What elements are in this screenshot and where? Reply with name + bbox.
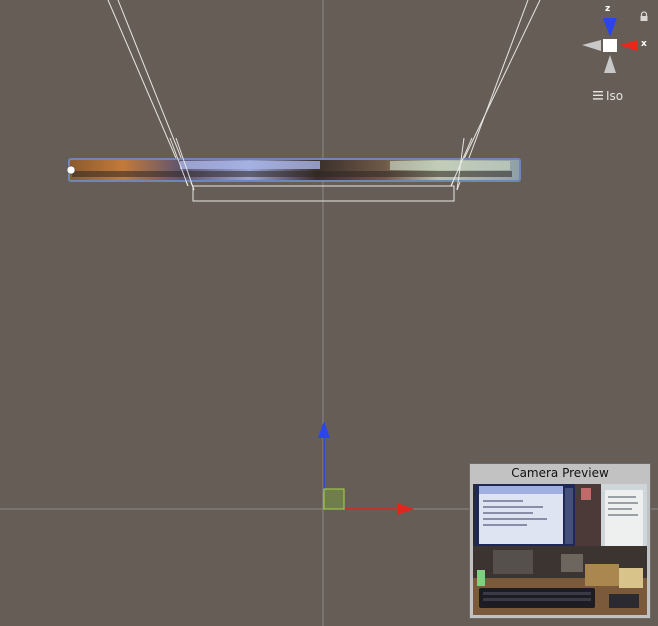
camera-preview-panel[interactable]: Camera Preview <box>469 463 651 619</box>
projection-toggle[interactable]: Iso <box>593 88 623 104</box>
camera-preview-title: Camera Preview <box>511 466 609 480</box>
orientation-gizmo[interactable] <box>582 18 638 73</box>
hamburger-menu-icon <box>593 89 603 103</box>
gizmo-x-label[interactable]: x <box>641 39 647 49</box>
gizmo-neg-z-cone[interactable] <box>604 55 616 73</box>
camera-preview-image <box>473 484 647 615</box>
transform-gizmo[interactable] <box>318 421 414 515</box>
right-arrow[interactable] <box>397 503 414 515</box>
projection-label: Iso <box>606 89 624 103</box>
gizmo-z-cone[interactable] <box>603 18 617 37</box>
gizmo-center-cube[interactable] <box>603 39 617 52</box>
gizmo-neg-x-cone[interactable] <box>582 40 601 51</box>
gizmo-z-label[interactable]: z <box>605 4 610 14</box>
pivot-handle[interactable] <box>66 165 76 175</box>
gizmo-x-cone[interactable] <box>619 40 638 51</box>
lock-icon[interactable] <box>639 7 649 26</box>
plane-handle[interactable] <box>323 488 345 510</box>
up-arrow[interactable] <box>318 421 330 438</box>
video-plane[interactable] <box>68 158 521 182</box>
